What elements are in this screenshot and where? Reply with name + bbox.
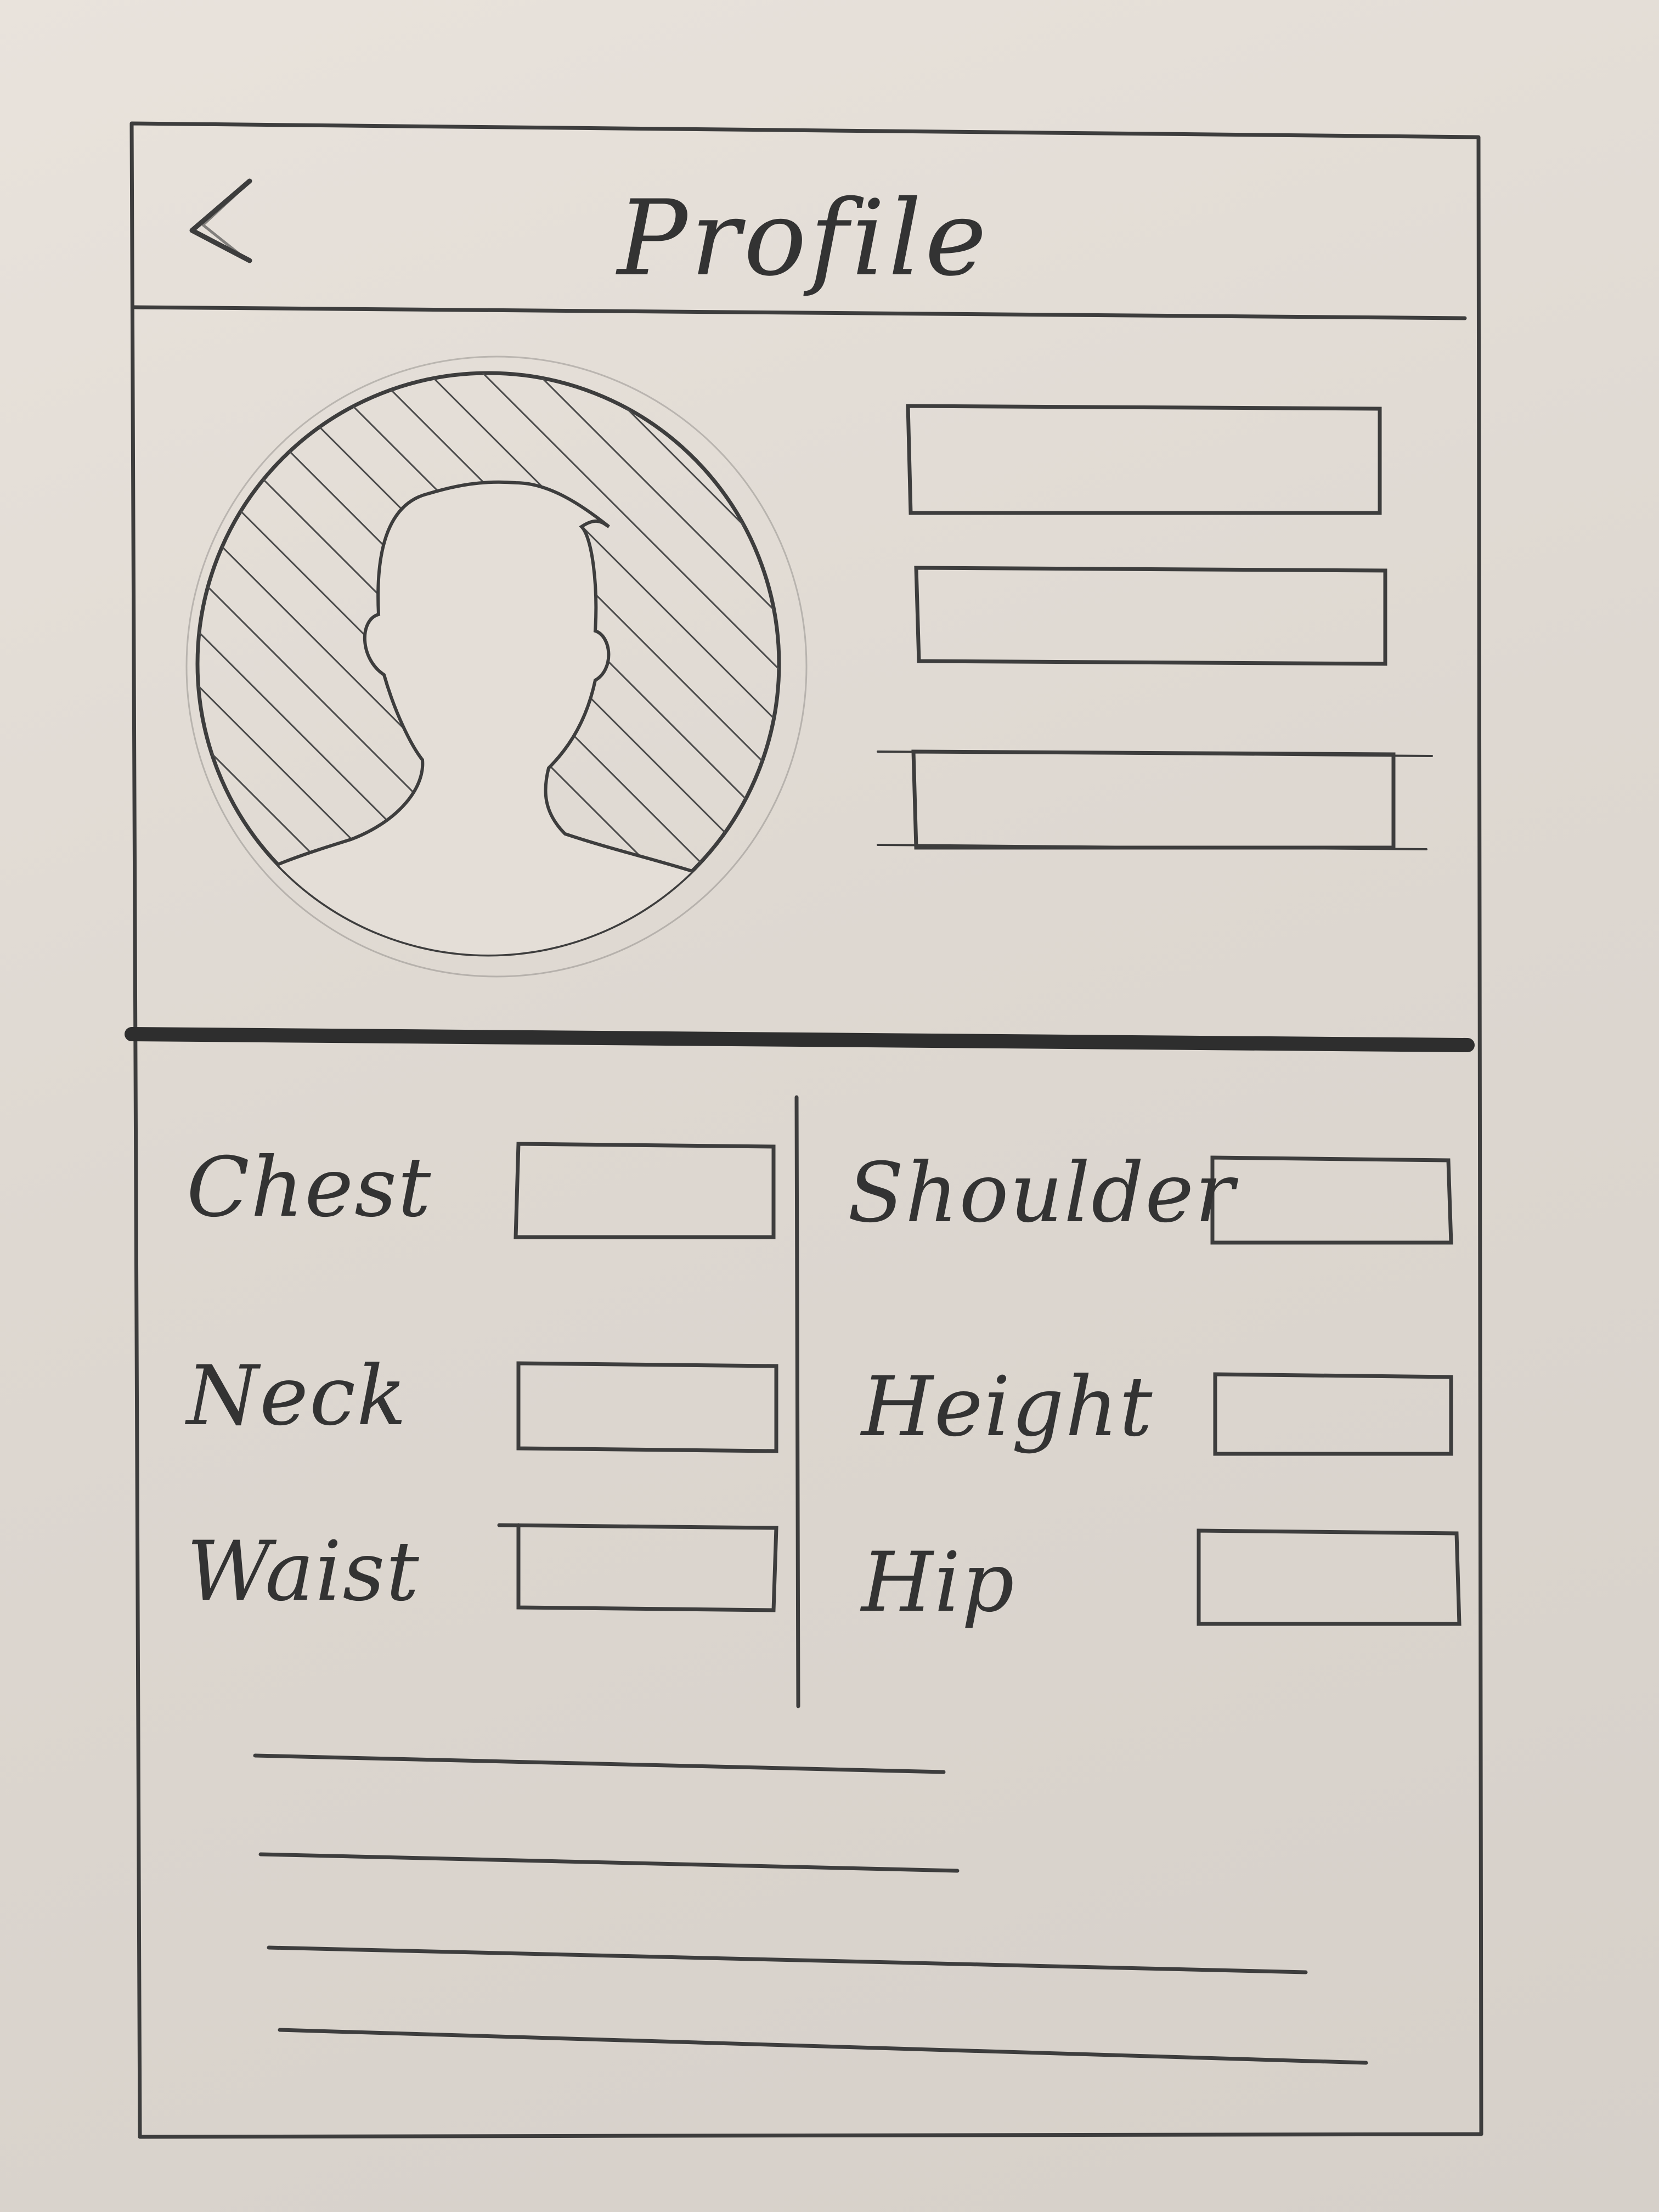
page-title: Profile [617,178,990,299]
text-line-3 [267,1945,1308,1974]
height-label: Height [861,1359,1154,1455]
text-line-4 [278,2028,1368,2065]
shoulder-input[interactable] [1212,1158,1451,1243]
neck-label: Neck [187,1348,408,1444]
wireframe-sketch [125,121,1483,2139]
height-input[interactable] [1215,1374,1451,1454]
header-divider [132,305,1467,320]
back-button[interactable] [176,165,269,274]
info-field-2[interactable] [916,568,1385,664]
waist-label: Waist [187,1524,420,1620]
hip-input[interactable] [1199,1531,1459,1624]
avatar-button[interactable] [198,373,779,955]
measurement-column-divider [794,1095,800,1708]
hip-label: Hip [861,1535,1015,1630]
section-divider [125,1027,1475,1052]
chest-label: Chest [187,1140,432,1235]
chest-input[interactable] [516,1144,774,1237]
name-field[interactable] [908,406,1380,513]
neck-input[interactable] [518,1363,776,1451]
shoulder-label: Shoulder [848,1146,1235,1241]
text-line-2 [258,1852,960,1873]
info-field-3[interactable] [913,752,1393,848]
text-line-1 [253,1753,946,1774]
waist-input[interactable] [518,1525,776,1610]
